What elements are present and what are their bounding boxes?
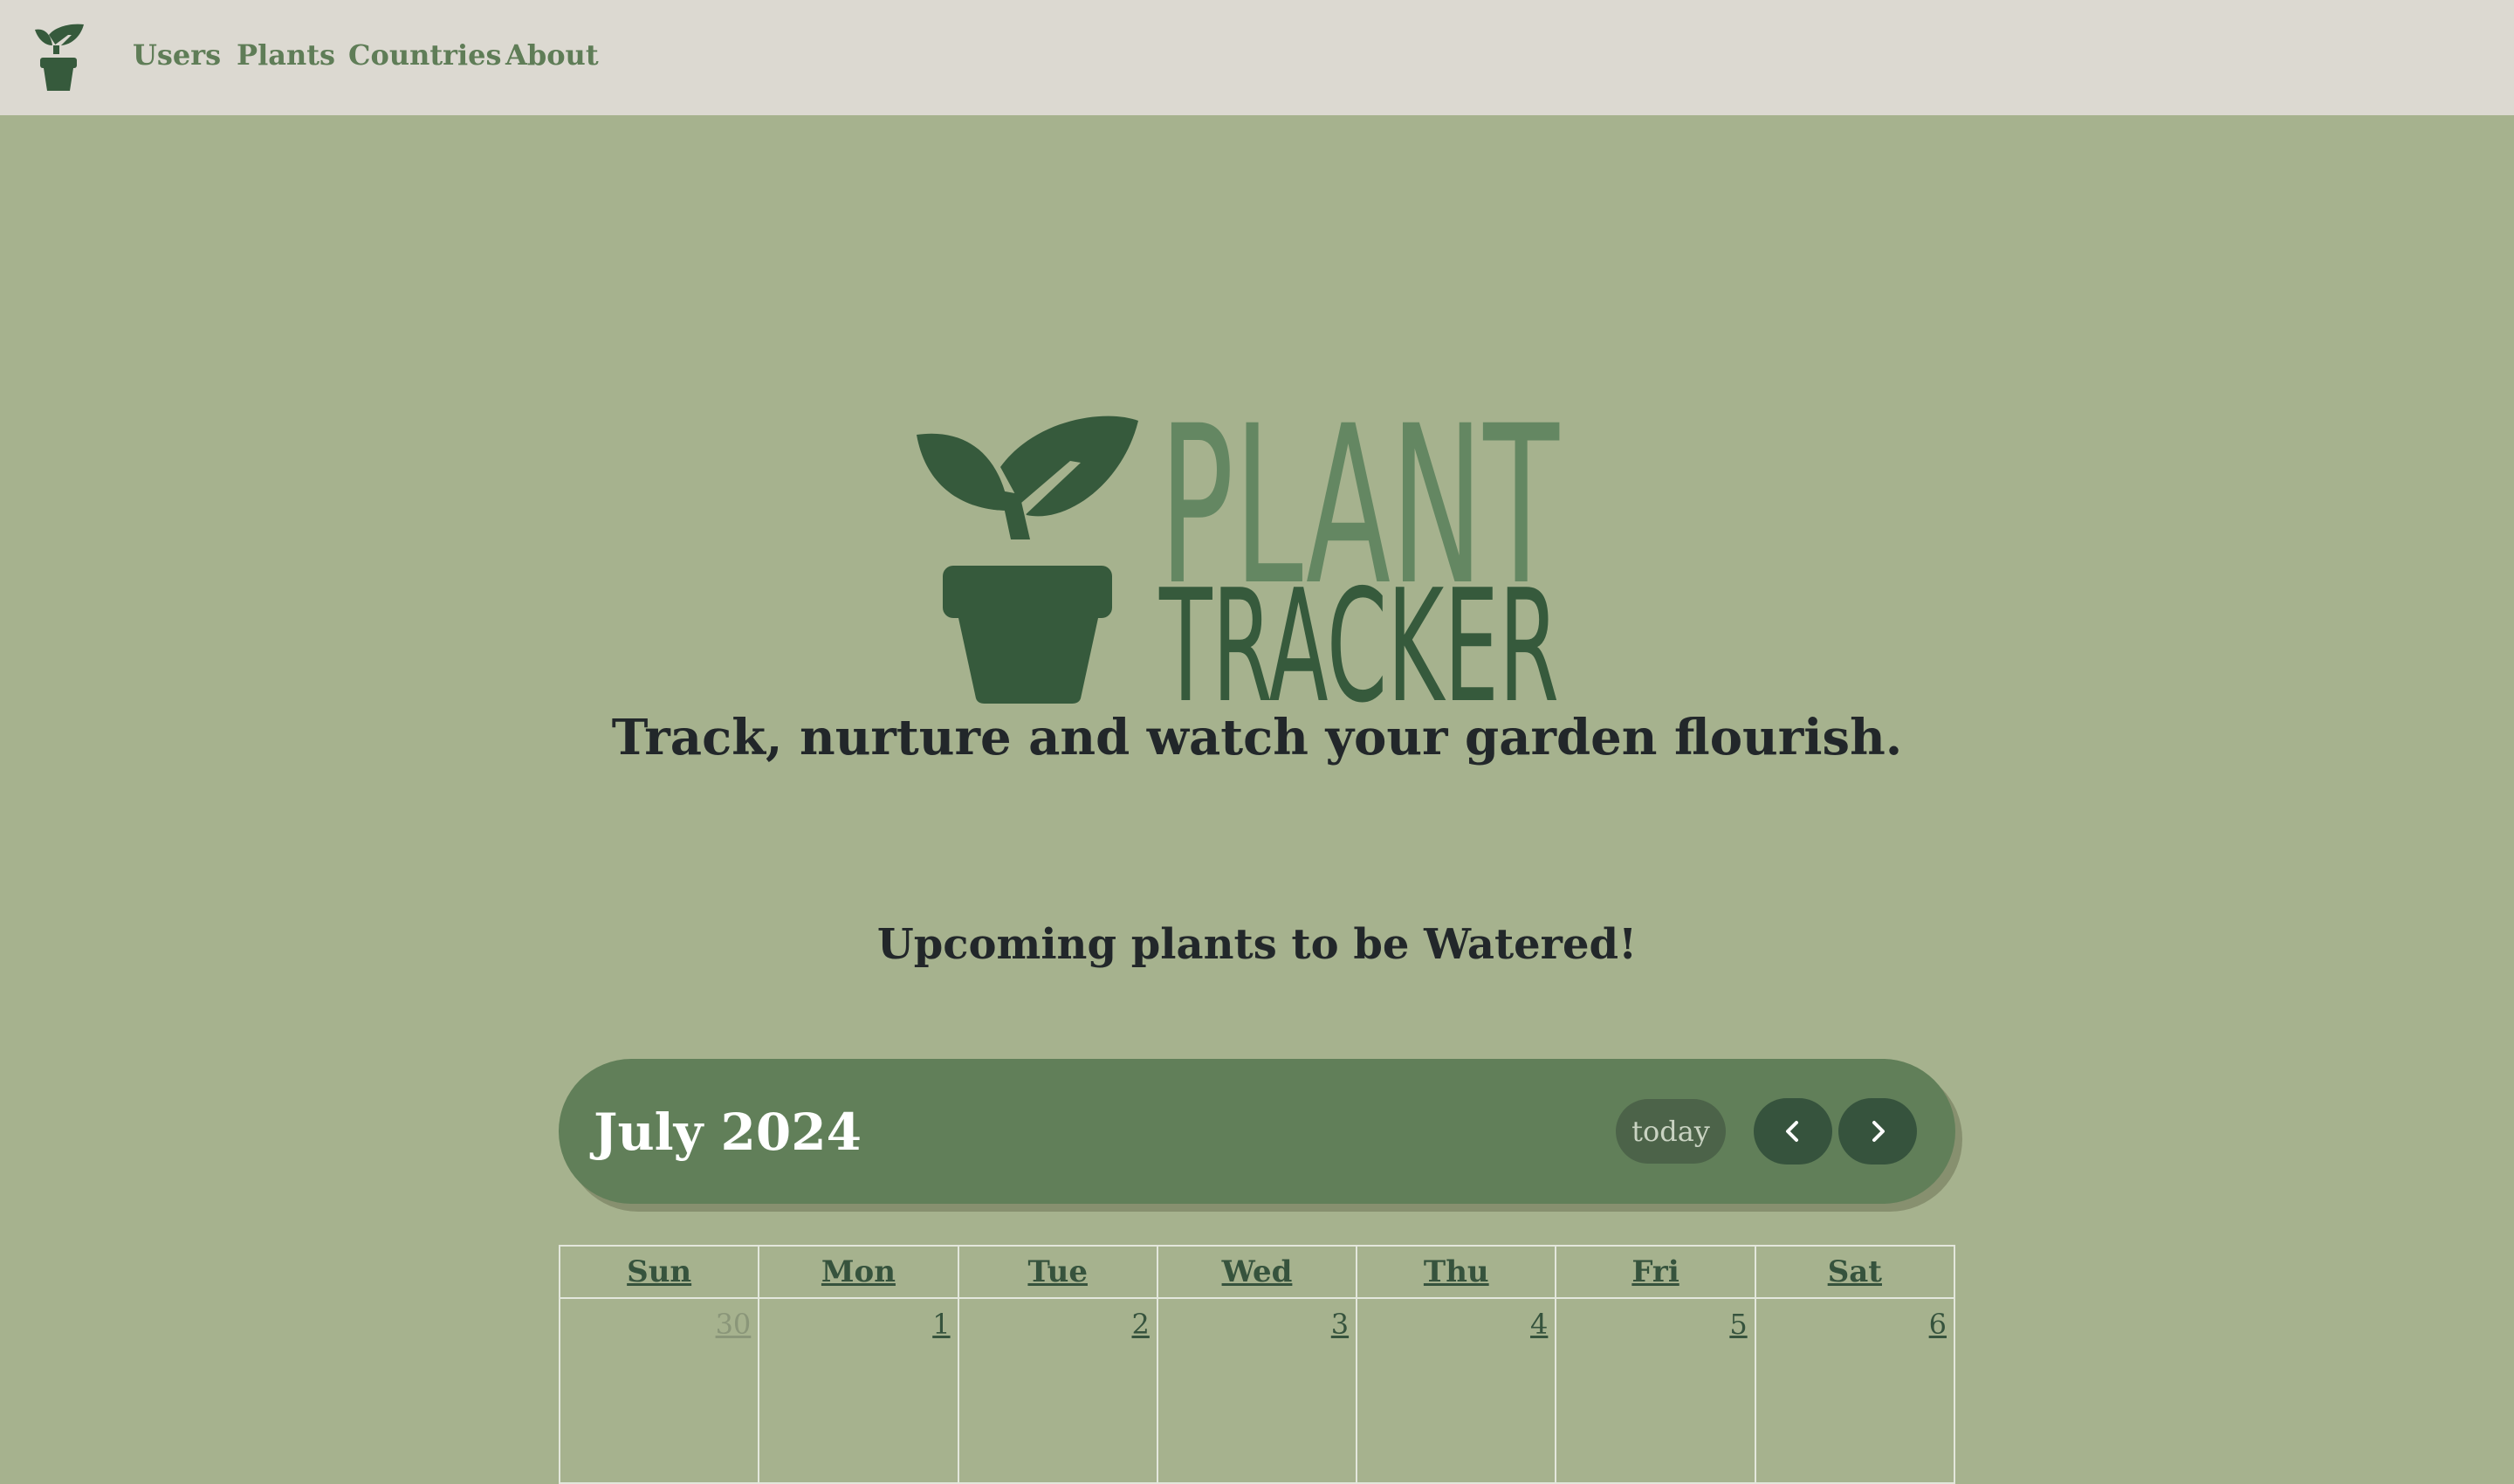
plant-tracker-logo: PLANT TRACKER (917, 410, 1560, 707)
day-number[interactable]: 30 (716, 1308, 752, 1341)
plant-pot-logo-icon[interactable] (33, 23, 86, 93)
weekday-header[interactable]: Sun (558, 1245, 760, 1299)
day-cell[interactable]: 1 (758, 1297, 959, 1484)
nav-link-plants[interactable]: Plants (237, 38, 335, 72)
chevron-right-icon (1872, 1121, 1885, 1142)
navbar: Users Plants Countries About (0, 0, 2514, 115)
calendar-month-title: July 2024 (594, 1103, 862, 1162)
day-number[interactable]: 6 (1929, 1308, 1947, 1341)
day-number[interactable]: 5 (1729, 1308, 1747, 1341)
weekday-header[interactable]: Mon (758, 1245, 959, 1299)
nav-link-countries[interactable]: Countries (348, 38, 502, 72)
chevron-left-icon (1786, 1121, 1798, 1142)
day-number[interactable]: 1 (932, 1308, 950, 1341)
calendar-toolbar: July 2024 today (559, 1059, 1955, 1204)
day-cell[interactable]: 4 (1356, 1297, 1557, 1484)
calendar-week-row: 30 1 2 3 4 5 6 (558, 1297, 1956, 1484)
nav-link-users[interactable]: Users (133, 38, 221, 72)
weekday-header[interactable]: Tue (957, 1245, 1158, 1299)
weekday-header[interactable]: Thu (1356, 1245, 1557, 1299)
day-cell[interactable]: 5 (1555, 1297, 1756, 1484)
next-month-button[interactable] (1838, 1098, 1917, 1165)
day-cell[interactable]: 30 (558, 1297, 760, 1484)
day-number[interactable]: 3 (1331, 1308, 1349, 1341)
logo-word-tracker: TRACKER (1158, 556, 1559, 707)
day-cell[interactable]: 2 (957, 1297, 1158, 1484)
today-button[interactable]: today (1616, 1099, 1726, 1164)
hero-tagline: Track, nurture and watch your garden flo… (611, 709, 1903, 766)
weekday-header[interactable]: Wed (1156, 1245, 1358, 1299)
weekday-header-row: Sun Mon Tue Wed Thu Fri Sat (558, 1245, 1956, 1299)
upcoming-watering-heading: Upcoming plants to be Watered! (876, 920, 1638, 969)
day-cell[interactable]: 3 (1156, 1297, 1358, 1484)
calendar-month-grid: Sun Mon Tue Wed Thu Fri Sat 30 1 2 3 4 5… (558, 1245, 1956, 1484)
day-number[interactable]: 4 (1530, 1308, 1548, 1341)
weekday-header[interactable]: Sat (1754, 1245, 1956, 1299)
nav-link-about[interactable]: About (505, 38, 599, 72)
day-number[interactable]: 2 (1131, 1308, 1149, 1341)
day-cell[interactable]: 6 (1754, 1297, 1956, 1484)
prev-month-button[interactable] (1754, 1098, 1832, 1165)
weekday-header[interactable]: Fri (1555, 1245, 1756, 1299)
